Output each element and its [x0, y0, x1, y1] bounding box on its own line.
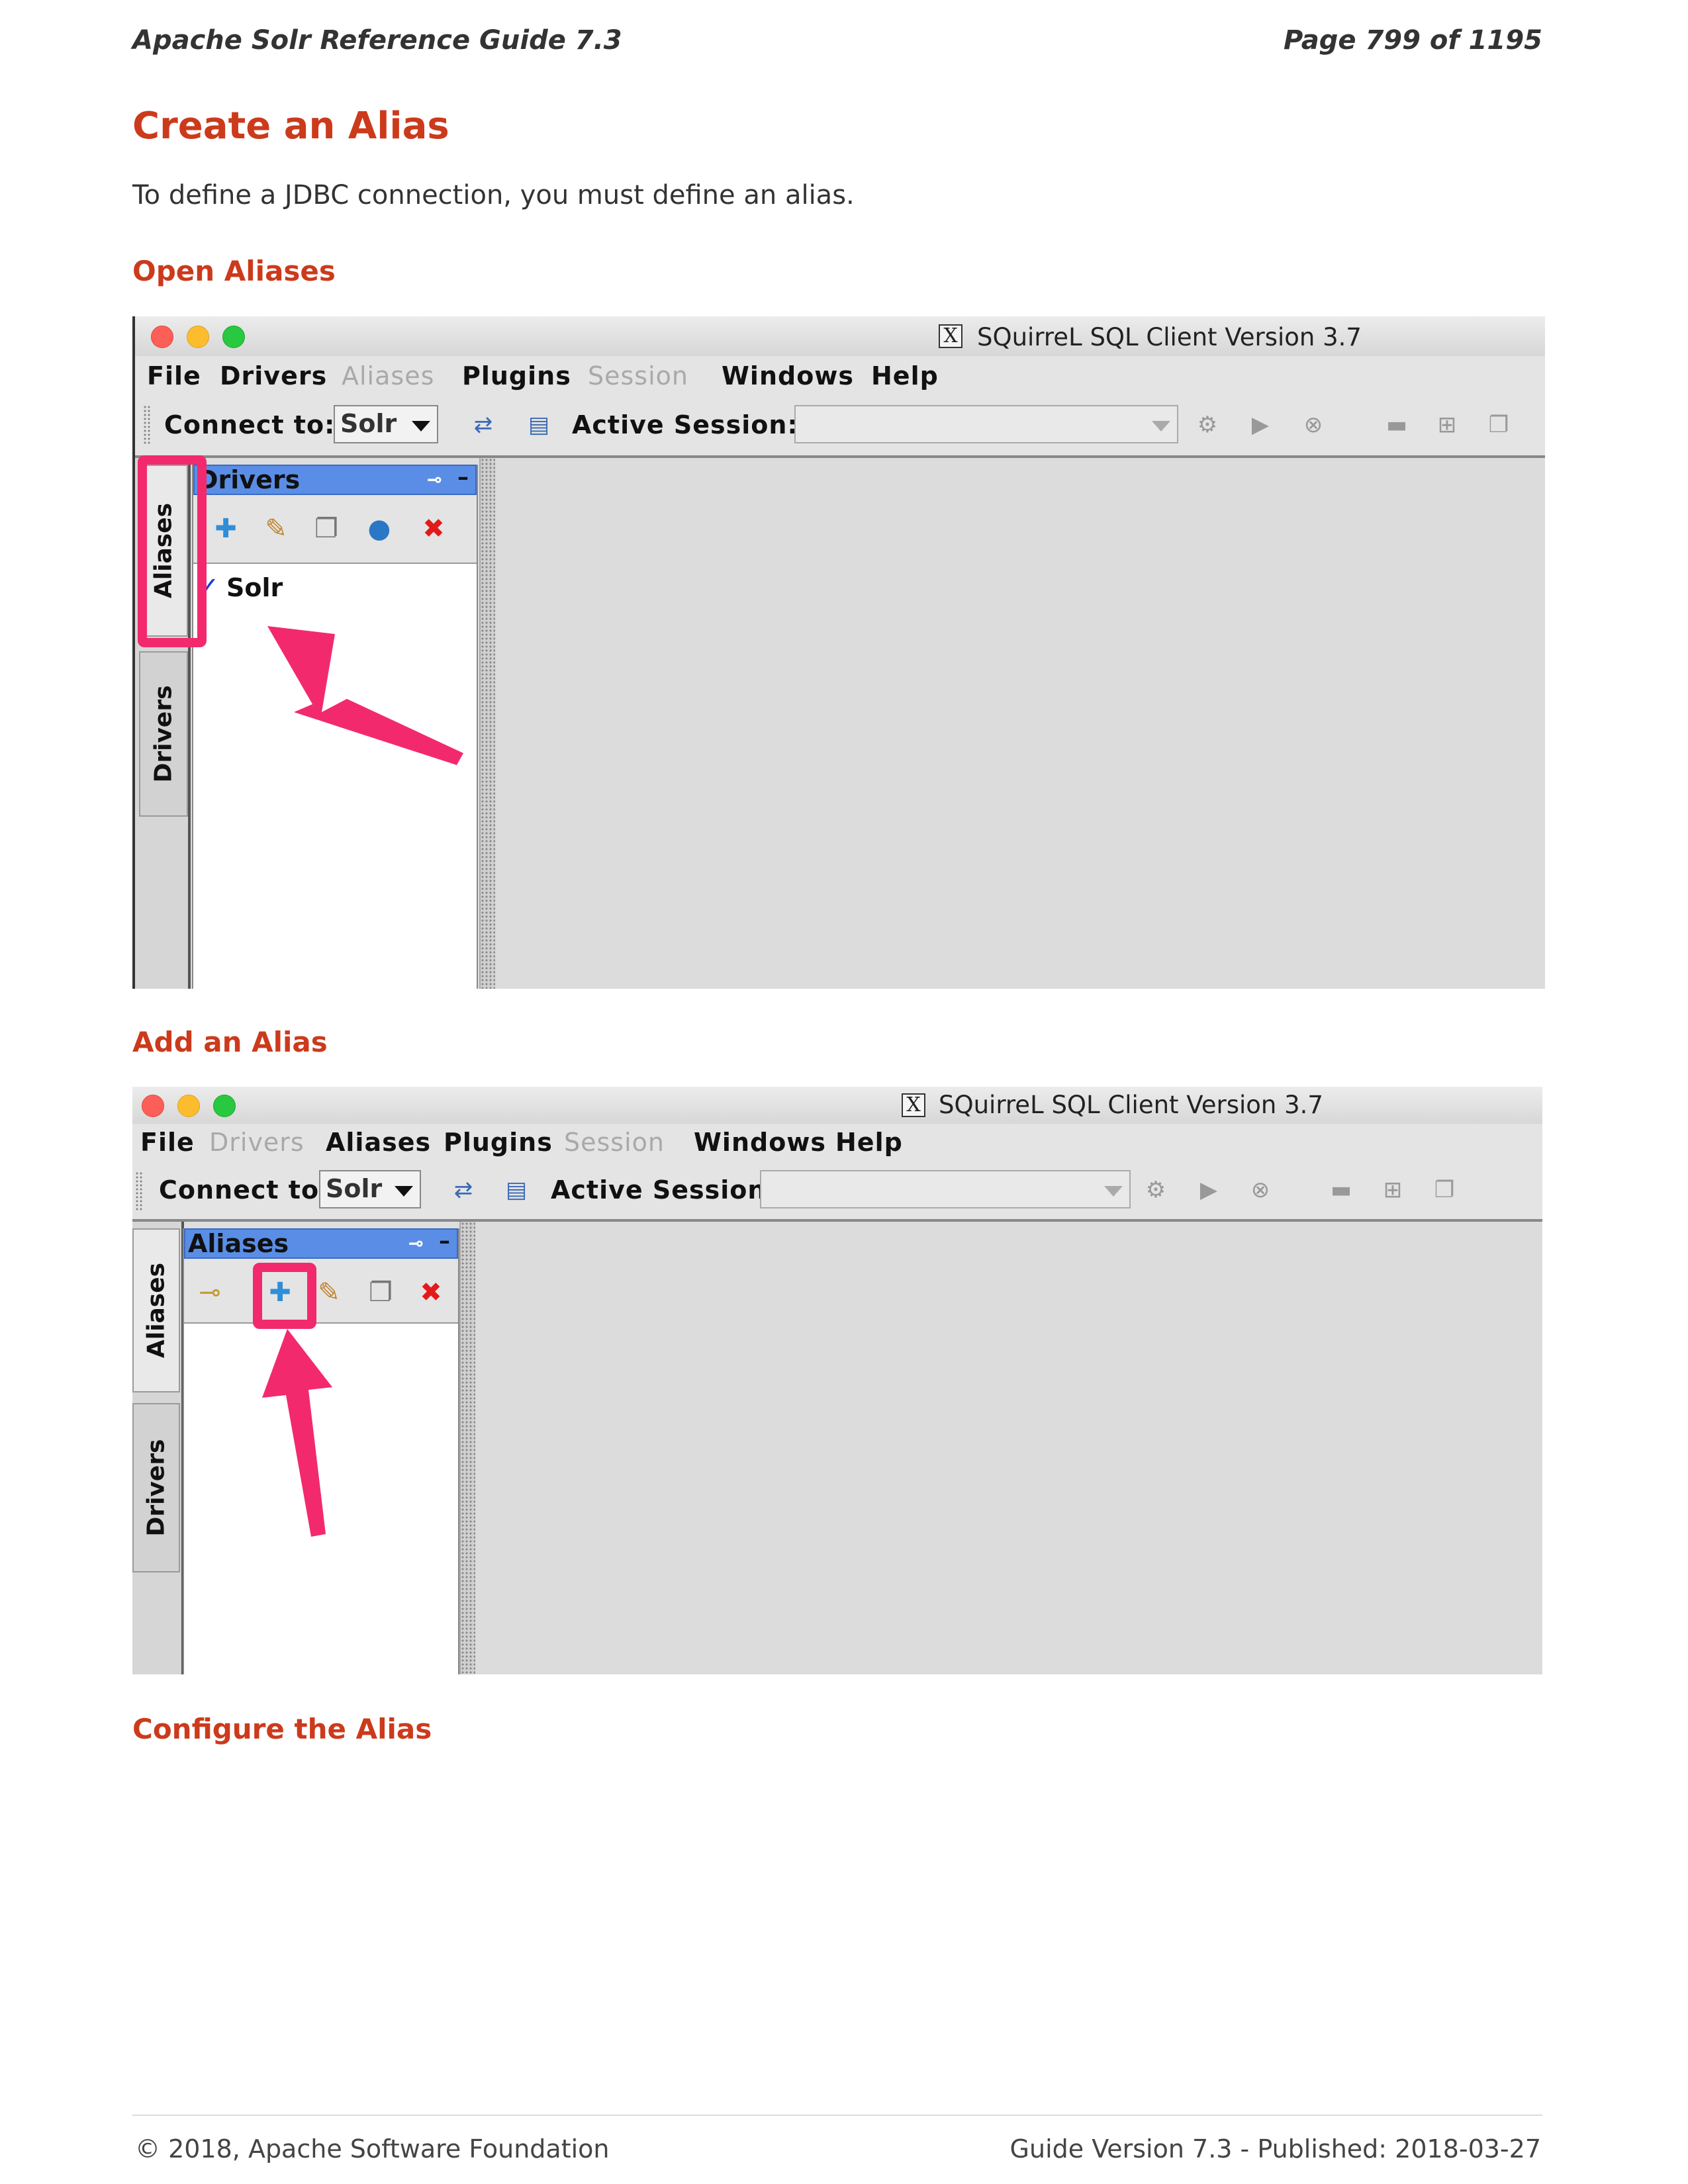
- running-header-page-number: Page 799 of 1195: [1284, 25, 1542, 56]
- step-heading-add-an-alias: Add an Alias: [132, 1026, 328, 1058]
- step-heading-open-aliases: Open Aliases: [132, 255, 336, 287]
- step-heading-configure-the-alias: Configure the Alias: [132, 1713, 432, 1745]
- footer-version: Guide Version 7.3 - Published: 2018-03-2…: [1009, 2134, 1541, 2163]
- footer-divider: [132, 2115, 1542, 2116]
- annotation-arrow: [262, 1329, 332, 1537]
- intro-paragraph: To define a JDBC connection, you must de…: [132, 180, 855, 210]
- screenshot-add-alias: X SQuirreL SQL Client Version 3.7 File D…: [132, 1087, 1542, 1674]
- section-title: Create an Alias: [132, 105, 449, 148]
- arrow-shape: [262, 1329, 332, 1537]
- running-header-title: Apache Solr Reference Guide 7.3: [132, 25, 622, 56]
- annotation-arrow: [267, 626, 463, 765]
- arrow-shape: [267, 626, 463, 765]
- screenshot-open-aliases: X SQuirreL SQL Client Version 3.7 File D…: [132, 316, 1545, 989]
- footer-copyright: © 2018, Apache Software Foundation: [135, 2134, 610, 2163]
